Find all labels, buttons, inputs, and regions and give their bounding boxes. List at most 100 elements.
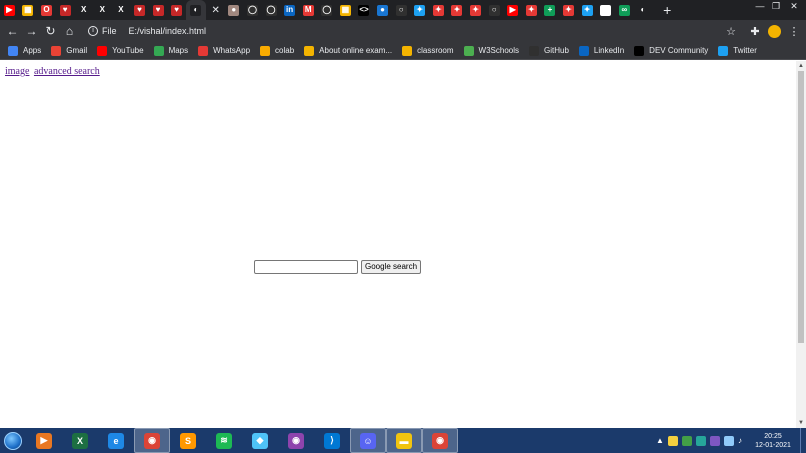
x-icon: X [115,4,127,16]
taskbar-app[interactable]: S [170,428,206,453]
back-button[interactable]: ← [3,20,22,42]
chrome-icon: ◉ [432,432,448,449]
browser-tab[interactable]: ♥ [149,0,168,20]
show-desktop-button[interactable] [800,428,806,453]
bookmark-item[interactable]: About online exam... [304,45,392,56]
bookmark-item[interactable]: WhatsApp [198,45,251,56]
browser-tab[interactable]: ◯ [318,0,337,20]
menu-icon[interactable]: ⋮ [788,20,800,42]
info-icon[interactable]: i [88,26,98,36]
spotify-icon: ≋ [216,432,232,449]
google-search-button[interactable]: Google search [361,260,421,274]
reload-button[interactable]: ↻ [41,20,60,42]
browser-tab[interactable]: ✦ [466,0,485,20]
taskbar-app[interactable]: ≋ [206,428,242,453]
taskbar-app[interactable]: ▬ [386,428,422,453]
browser-tab[interactable]: ◯ [262,0,281,20]
bookmark-item[interactable]: Twitter [718,45,757,56]
browser-tab[interactable]: ✦ [578,0,597,20]
browser-tab[interactable]: <> [355,0,374,20]
browser-tab[interactable]: + [541,0,560,20]
taskbar-app[interactable]: ◉ [134,428,170,453]
browser-tab[interactable]: X [93,0,112,20]
volume-icon[interactable]: ♪ [738,436,748,446]
address-bar[interactable]: i File E:/vishal/index.html [82,21,712,41]
browser-tab[interactable]: ◐ [185,0,206,20]
profile-avatar[interactable] [766,20,782,42]
close-tab-icon[interactable]: ✕ [206,0,225,20]
browser-tab[interactable]: ◯ [243,0,262,20]
scroll-thumb[interactable] [798,71,804,343]
browser-tab[interactable]: ✦ [410,0,429,20]
new-tab-icon[interactable]: + [658,2,676,18]
show-hidden-icons-icon[interactable]: ▲ [656,436,664,446]
browser-tab[interactable]: ● [225,0,244,20]
bookmark-item[interactable]: Apps [8,45,41,56]
taskbar-app[interactable]: ◉ [422,428,458,453]
forward-button[interactable]: → [22,20,41,42]
app-tray-icon[interactable] [696,435,706,446]
browser-tab[interactable]: ∞ [615,0,634,20]
restore-icon[interactable]: ❐ [768,0,784,12]
browser-tab[interactable]: ● [373,0,392,20]
discord-tray-icon[interactable] [710,435,720,446]
browser-tab[interactable]: ✦ [448,0,467,20]
browser-tab[interactable]: ▦ [336,0,355,20]
clock-date: 12-01-2021 [755,441,791,449]
browser-tab[interactable]: X [74,0,93,20]
browser-tab[interactable]: X [112,0,131,20]
scroll-down-icon[interactable]: ▼ [796,418,806,428]
close-window-icon[interactable]: ✕ [786,0,802,12]
bookmark-item[interactable]: GitHub [529,45,569,56]
scroll-up-icon[interactable]: ▲ [796,61,806,71]
browser-tab[interactable]: ✦ [429,0,448,20]
start-button[interactable] [0,428,26,453]
taskbar-app[interactable]: ◆ [242,428,278,453]
browser-tab[interactable]: in [280,0,299,20]
clock[interactable]: 20:25 12-01-2021 [752,432,794,450]
extensions-icon[interactable]: ✚ [748,20,762,42]
bookmark-item[interactable]: Maps [153,45,188,56]
notes-tray-icon[interactable] [668,435,678,446]
bookmark-item[interactable]: colab [260,45,294,56]
browser-tab[interactable]: ▦ [19,0,38,20]
bookmark-label: WhatsApp [213,46,251,55]
image-link[interactable]: image [5,66,29,77]
browser-tab[interactable]: ▶ [503,0,522,20]
linkedin-icon [578,45,589,56]
taskbar-app[interactable]: ▶ [26,428,62,453]
minimize-icon[interactable]: — [752,0,768,12]
taskbar-app[interactable]: e [98,428,134,453]
bookmark-star-icon[interactable]: ☆ [724,20,738,42]
browser-tab[interactable]: ◐ [634,0,653,20]
bookmark-item[interactable]: Gmail [51,45,87,56]
bookmark-item[interactable]: LinkedIn [578,45,624,56]
network-tray-icon[interactable] [724,435,734,446]
browser-tab[interactable]: M [299,0,318,20]
speaker-tray-icon[interactable] [682,435,692,446]
browser-tab[interactable]: ✦ [522,0,541,20]
browser-tab[interactable]: G [596,0,615,20]
taskbar-app[interactable]: X [62,428,98,453]
browser-tab[interactable]: ✦ [559,0,578,20]
taskbar-app[interactable]: ◉ [278,428,314,453]
search-input[interactable] [254,260,358,274]
browser-tab[interactable]: O [37,0,56,20]
bookmark-label: DEV Community [649,46,709,55]
bookmark-item[interactable]: classroom [402,45,454,56]
browser-tab[interactable]: ○ [392,0,411,20]
bookmark-item[interactable]: DEV Community [634,45,709,56]
advanced-search-link[interactable]: advanced search [34,66,100,77]
browser-tab[interactable]: ♥ [130,0,149,20]
browser-tab[interactable]: ♥ [56,0,75,20]
taskbar-app[interactable]: ⟩ [314,428,350,453]
scrollbar[interactable]: ▲ ▼ [796,61,806,428]
bookmark-item[interactable]: YouTube [97,45,144,56]
home-button[interactable]: ⌂ [60,20,79,42]
taskbar-app[interactable]: ☺ [350,428,386,453]
browser-tab[interactable]: ○ [485,0,504,20]
url-text[interactable]: E:/vishal/index.html [129,26,207,36]
browser-tab[interactable]: ♥ [167,0,186,20]
bookmark-item[interactable]: W3Schools [463,45,519,56]
browser-tab[interactable]: ▶ [0,0,19,20]
